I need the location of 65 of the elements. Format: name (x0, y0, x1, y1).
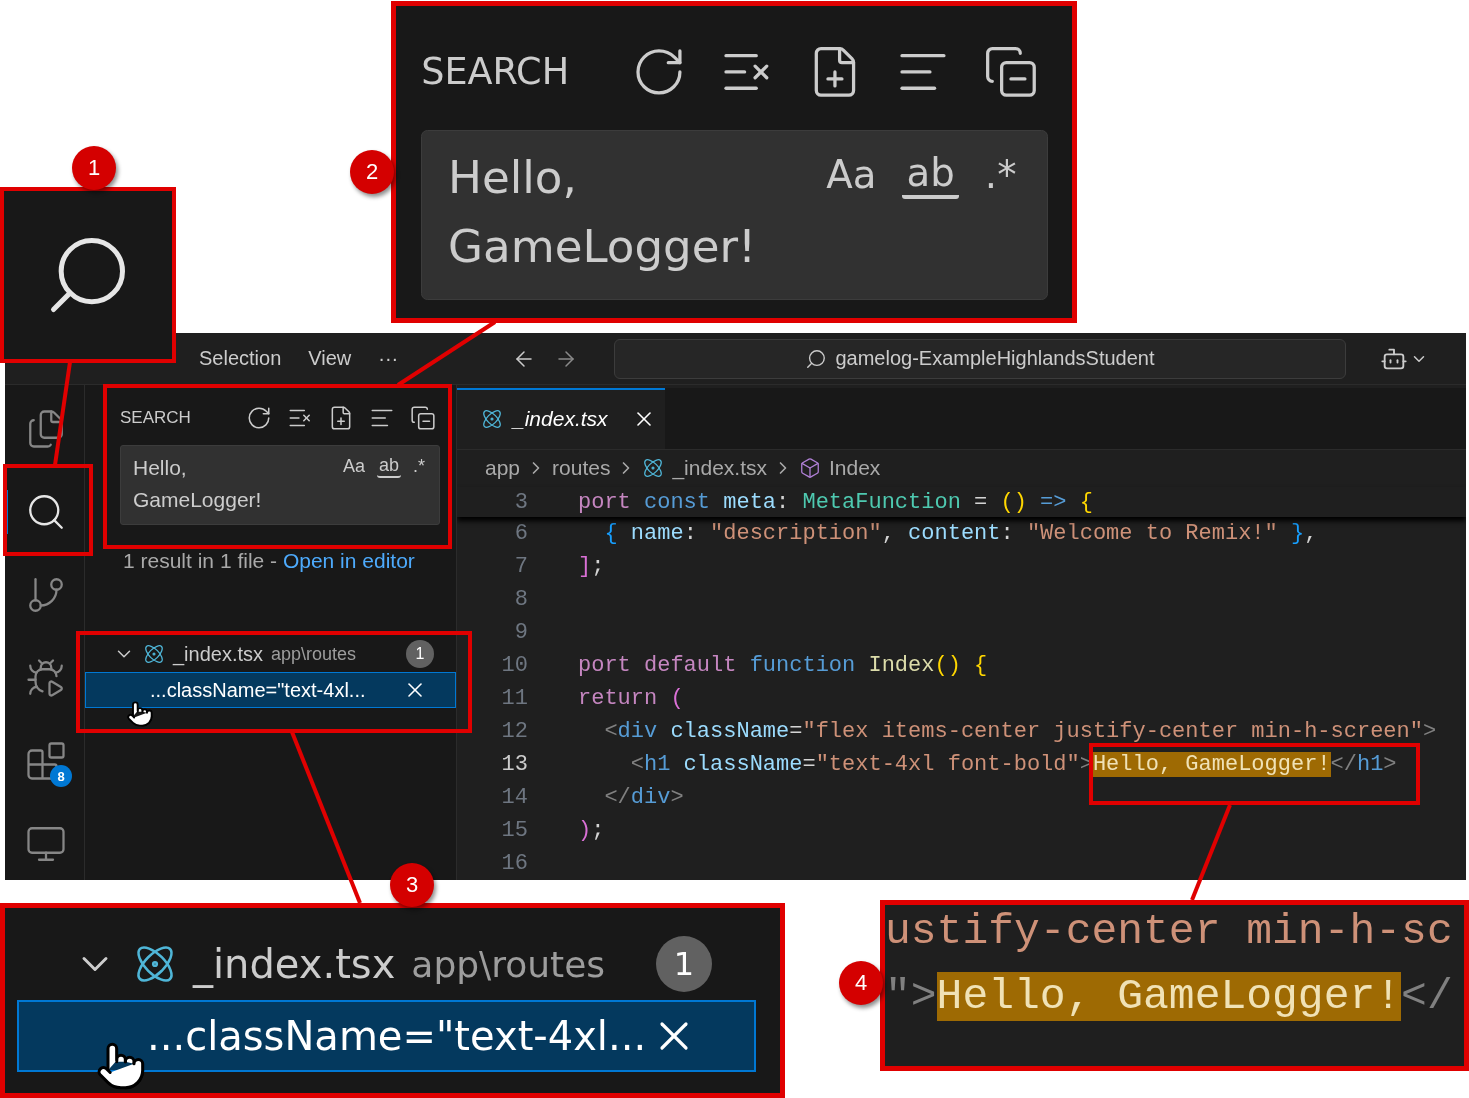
panel-title: SEARCH (120, 408, 191, 428)
search-option[interactable]: Aa (340, 457, 367, 477)
atom-icon (143, 643, 165, 665)
line-number: 6 (513, 521, 528, 546)
search-field[interactable]: Hello, GameLogger! Aa ab .* (421, 130, 1048, 300)
line-number: 10 (500, 653, 528, 678)
breadcrumb-item[interactable]: app (485, 456, 521, 481)
hand-cursor-icon (126, 700, 154, 728)
code-line: port default function Index() { (578, 653, 989, 678)
blocks-icon (25, 740, 67, 782)
count-badge: 8 (50, 765, 72, 787)
line-number: 16 (500, 851, 528, 876)
search-result[interactable]: ...className="text-4xl... (85, 672, 456, 708)
line-number: 12 (500, 719, 528, 744)
menu-item[interactable]: View (308, 347, 352, 370)
atom-icon (642, 457, 665, 480)
result-count: 1 (656, 936, 712, 992)
menu-item[interactable]: Selection (199, 347, 282, 370)
line-number: 13 (500, 752, 528, 777)
search-option[interactable]: .* (411, 457, 427, 477)
code-line: return ( (578, 686, 685, 711)
panel-title: SEARCH (421, 50, 570, 94)
atom-icon (481, 408, 503, 431)
code-line: { name: "description", content: "Welcome to Remix!" }, (603, 521, 1319, 546)
open-in-editor-link[interactable]: Open in editor (282, 549, 415, 572)
search-result[interactable]: ...className="text-4xl... (17, 1000, 756, 1072)
code-line: ]; (578, 554, 606, 579)
result-summary: 1 result in 1 file - Open in editor (122, 548, 416, 574)
collapse-icon[interactable] (410, 405, 436, 431)
line-number: 15 (500, 818, 528, 843)
breadcrumb-item[interactable]: Index (829, 456, 881, 481)
code-line: ); (578, 818, 606, 843)
search-field[interactable]: Hello, GameLogger! Aa ab .* (120, 445, 440, 525)
editor-tab[interactable]: _index.tsx (457, 388, 665, 449)
refresh-icon[interactable] (246, 405, 272, 431)
code-line: </div> (603, 785, 685, 810)
search-option[interactable]: ab (902, 152, 960, 200)
command-center[interactable]: gamelog-ExampleHighlandsStudent (614, 338, 1346, 379)
line-number: 9 (513, 620, 528, 645)
line-number: 3 (513, 489, 528, 515)
search-option[interactable]: .* (980, 154, 1021, 198)
search-option[interactable]: ab (376, 456, 401, 478)
search-option[interactable]: Aa (821, 154, 881, 198)
hand-cursor-icon (95, 1040, 147, 1092)
breadcrumb-item[interactable]: routes (552, 456, 611, 481)
menu-item[interactable]: ··· (378, 347, 399, 370)
file-name[interactable]: _index.tsx (173, 642, 264, 666)
step-badge: 2 (350, 150, 394, 194)
code-line: port const meta: MetaFunction = () => { (578, 489, 1094, 515)
step-badge: 1 (72, 146, 116, 190)
file-path: app\routes (411, 943, 607, 985)
cube-icon (799, 457, 821, 480)
result-count: 1 (406, 640, 434, 668)
line-number: 8 (513, 587, 528, 612)
code-line: <div className="flex items-center justify-center min-h-screen"> (603, 719, 1438, 744)
file-path: app\routes (271, 643, 358, 665)
collapse-icon[interactable] (983, 44, 1039, 100)
breadcrumb-item[interactable]: _index.tsx (672, 456, 767, 481)
step-badge: 4 (839, 961, 883, 1005)
line-number: 11 (500, 686, 528, 711)
file-name[interactable]: _index.tsx (193, 941, 396, 987)
search-icon (805, 347, 828, 370)
code-line: ustify-center min-h-sc (885, 907, 1453, 956)
line-number: 14 (500, 785, 528, 810)
line-number: 7 (513, 554, 528, 579)
